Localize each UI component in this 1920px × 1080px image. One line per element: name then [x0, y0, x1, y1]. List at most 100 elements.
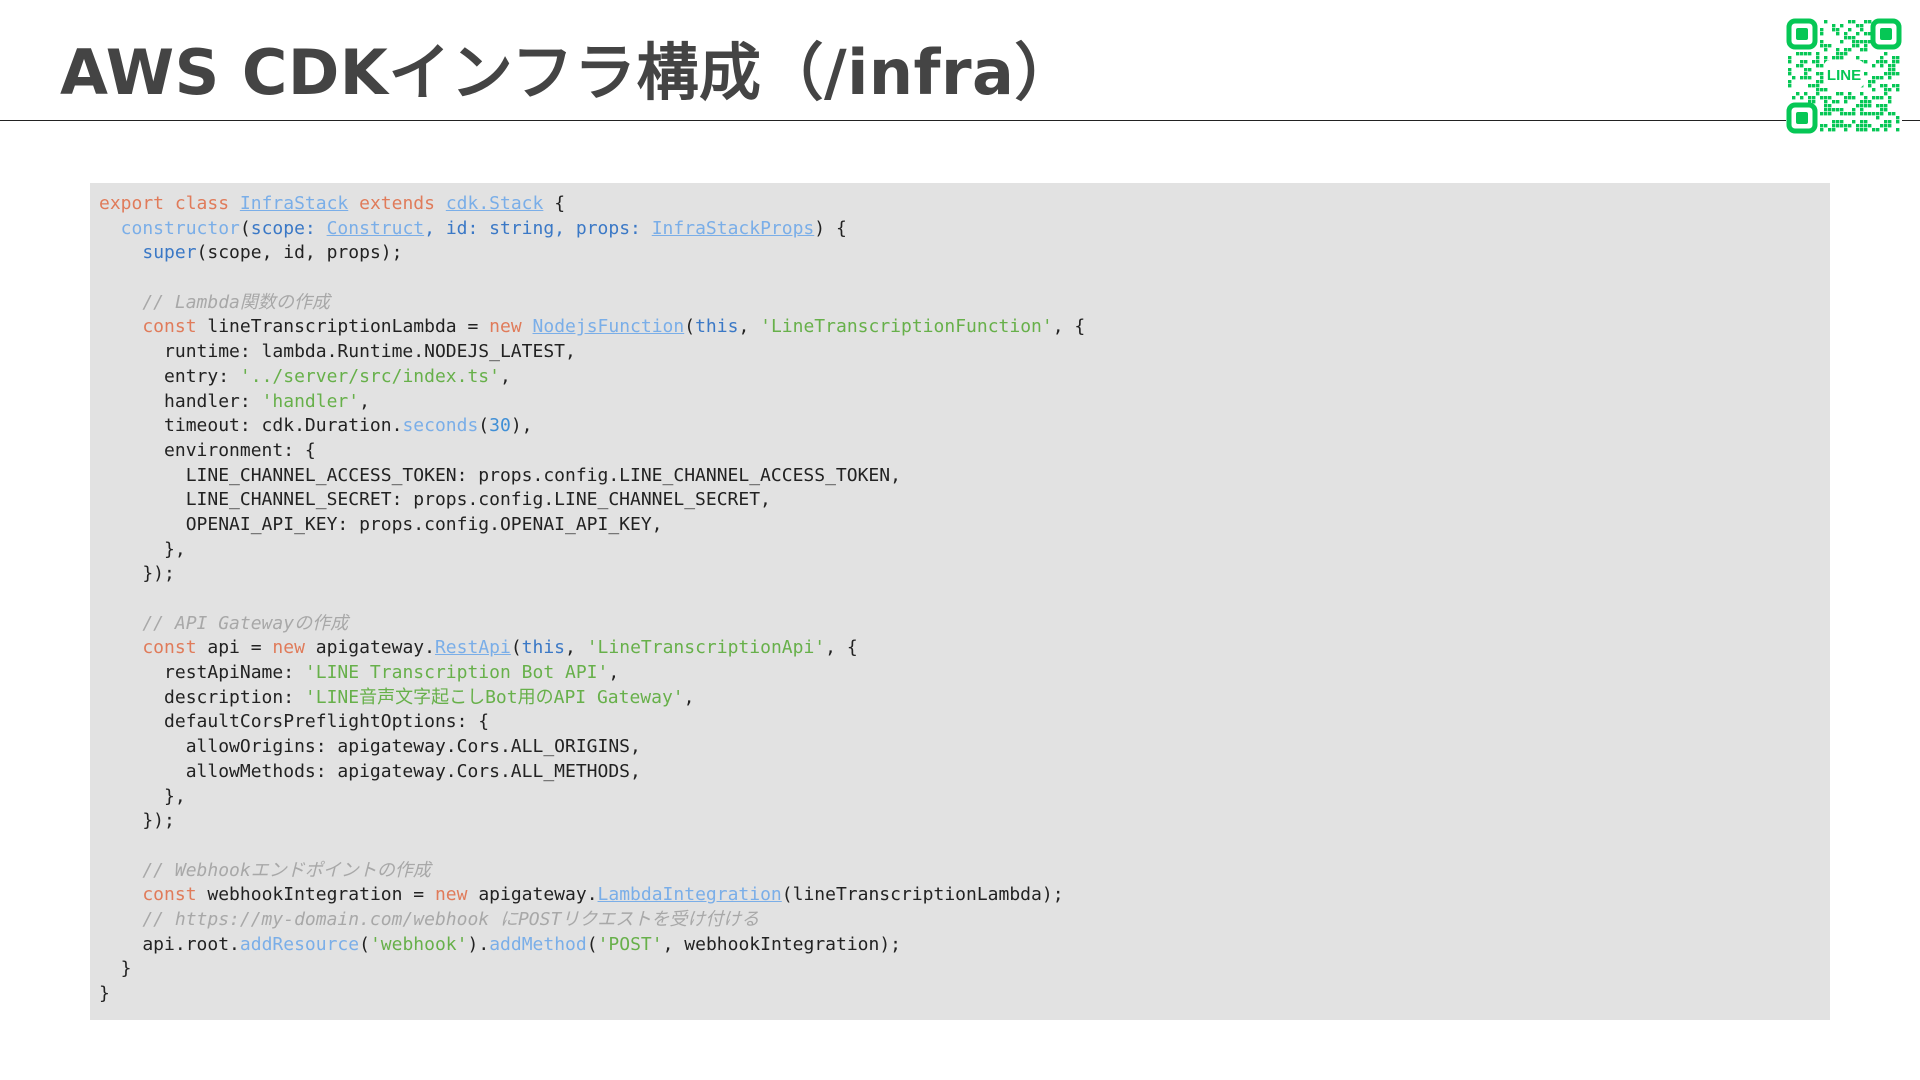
code-token: { — [543, 193, 566, 214]
code-token: timeout: cdk.Duration. — [99, 415, 403, 437]
code-line: OPENAI_API_KEY: props.config.OPENAI_API_… — [99, 513, 1830, 538]
slide-title: AWS CDKインフラ構成（/infra） — [60, 36, 1077, 109]
code-token: LambdaIntegration — [597, 884, 782, 906]
code-token: '../server/src/index.ts' — [239, 365, 500, 387]
code-token: , — [565, 637, 587, 659]
code-token: entry: — [99, 365, 240, 387]
code-token: export class — [99, 193, 240, 214]
code-token: 'LineTranscriptionFunction' — [760, 316, 1053, 338]
code-token: ( — [586, 933, 598, 955]
code-token: , — [683, 686, 695, 708]
code-token: 'handler' — [261, 390, 360, 412]
code-token: ( — [510, 637, 522, 659]
code-token: this — [695, 316, 739, 338]
code-token: api.root. — [99, 933, 240, 955]
code-token: ( — [239, 217, 251, 239]
code-token: apigateway. — [467, 884, 598, 906]
code-token: }, — [99, 538, 186, 560]
code-token: , — [608, 662, 620, 684]
code-token: RestApi — [434, 637, 511, 659]
code-line: // Lambda関数の作成 — [99, 291, 1830, 316]
code-line: // Webhookエンドポイントの作成 — [99, 859, 1830, 884]
code-token: 'LINE Transcription Bot API' — [304, 662, 609, 684]
code-line: const webhookIntegration = new apigatewa… — [99, 883, 1830, 908]
code-token: (lineTranscriptionLambda); — [781, 884, 1064, 906]
code-line: allowOrigins: apigateway.Cors.ALL_ORIGIN… — [99, 735, 1830, 760]
code-token: , — [738, 316, 761, 338]
code-line: }, — [99, 785, 1830, 810]
code-token: webhookIntegration = — [196, 884, 435, 906]
code-line: const api = new apigateway.RestApi(this,… — [99, 636, 1830, 661]
code-line: restApiName: 'LINE Transcription Bot API… — [99, 661, 1830, 686]
code-token: allowMethods: apigateway.Cors.ALL_METHOD… — [99, 760, 641, 782]
code-token: seconds — [402, 415, 479, 437]
code-line: environment: { — [99, 439, 1830, 464]
code-token: , webhookIntegration); — [662, 933, 902, 955]
code-line: }, — [99, 538, 1830, 563]
title-divider — [0, 120, 1920, 121]
code-line: export class InfraStack extends cdk.Stac… — [99, 192, 1830, 217]
code-line: // https://my-domain.com/webhook にPOSTリク… — [99, 908, 1830, 933]
code-line: handler: 'handler', — [99, 390, 1830, 415]
code-line: constructor(scope: Construct, id: string… — [99, 217, 1830, 242]
code-token: , — [359, 390, 370, 412]
code-block: export class InfraStack extends cdk.Stac… — [90, 183, 1830, 1020]
code-lines: export class InfraStack extends cdk.Stac… — [99, 192, 1830, 1007]
code-token: 30 — [489, 415, 511, 437]
code-line: const lineTranscriptionLambda = new Node… — [99, 315, 1830, 340]
code-line: api.root.addResource('webhook').addMetho… — [99, 933, 1830, 958]
code-token: constructor — [99, 217, 240, 239]
code-token: } — [99, 983, 110, 1004]
code-token: ) { — [814, 217, 847, 239]
code-token: new — [489, 316, 533, 338]
code-token: addResource — [239, 933, 360, 955]
code-token: , { — [1052, 316, 1086, 338]
line-qr-code-icon[interactable]: LINE — [1786, 18, 1902, 134]
code-token: }); — [99, 810, 175, 832]
code-token: defaultCorsPreflightOptions: { — [99, 711, 490, 733]
code-line: defaultCorsPreflightOptions: { — [99, 710, 1830, 735]
code-token: handler: — [99, 390, 262, 412]
code-token: 'POST' — [597, 933, 663, 955]
code-token: environment: { — [99, 439, 316, 461]
code-token: allowOrigins: apigateway.Cors.ALL_ORIGIN… — [99, 736, 641, 758]
code-token: const — [99, 884, 197, 906]
code-token: 'LineTranscriptionApi' — [586, 637, 826, 659]
code-line: LINE_CHANNEL_SECRET: props.config.LINE_C… — [99, 488, 1830, 513]
code-token: NodejsFunction — [532, 316, 685, 338]
code-token: // Lambda関数の作成 — [99, 291, 330, 313]
qr-line-label: LINE — [1827, 67, 1861, 84]
code-line: timeout: cdk.Duration.seconds(30), — [99, 414, 1830, 439]
code-line: } — [99, 957, 1830, 982]
code-token: api = — [196, 637, 273, 659]
code-token: ( — [478, 415, 490, 437]
code-line: // API Gatewayの作成 — [99, 612, 1830, 637]
code-line: runtime: lambda.Runtime.NODEJS_LATEST, — [99, 340, 1830, 365]
code-token: LINE_CHANNEL_ACCESS_TOKEN: props.config.… — [99, 464, 901, 486]
code-token: new — [434, 884, 468, 906]
code-token: }, — [99, 785, 186, 807]
code-token: } — [99, 958, 132, 980]
code-token: scope: — [250, 217, 327, 239]
code-line: }); — [99, 562, 1830, 587]
code-line: allowMethods: apigateway.Cors.ALL_METHOD… — [99, 760, 1830, 785]
code-token: , — [499, 365, 511, 387]
code-token: lineTranscriptionLambda = — [196, 316, 490, 338]
code-line: LINE_CHANNEL_ACCESS_TOKEN: props.config.… — [99, 464, 1830, 489]
code-token: apigateway. — [304, 637, 435, 659]
code-line: }); — [99, 809, 1830, 834]
code-line: entry: '../server/src/index.ts', — [99, 365, 1830, 390]
code-token: (scope, id, props); — [196, 242, 403, 264]
code-token: Construct — [326, 217, 425, 239]
code-token: addMethod — [489, 933, 587, 955]
code-token: restApiName: — [99, 662, 305, 684]
code-token: const — [99, 637, 197, 659]
code-token: InfraStack — [239, 193, 349, 214]
code-token: ( — [684, 316, 696, 338]
code-token: OPENAI_API_KEY: props.config.OPENAI_API_… — [99, 513, 663, 535]
code-token: , { — [825, 637, 858, 659]
code-line: } — [99, 982, 1830, 1007]
